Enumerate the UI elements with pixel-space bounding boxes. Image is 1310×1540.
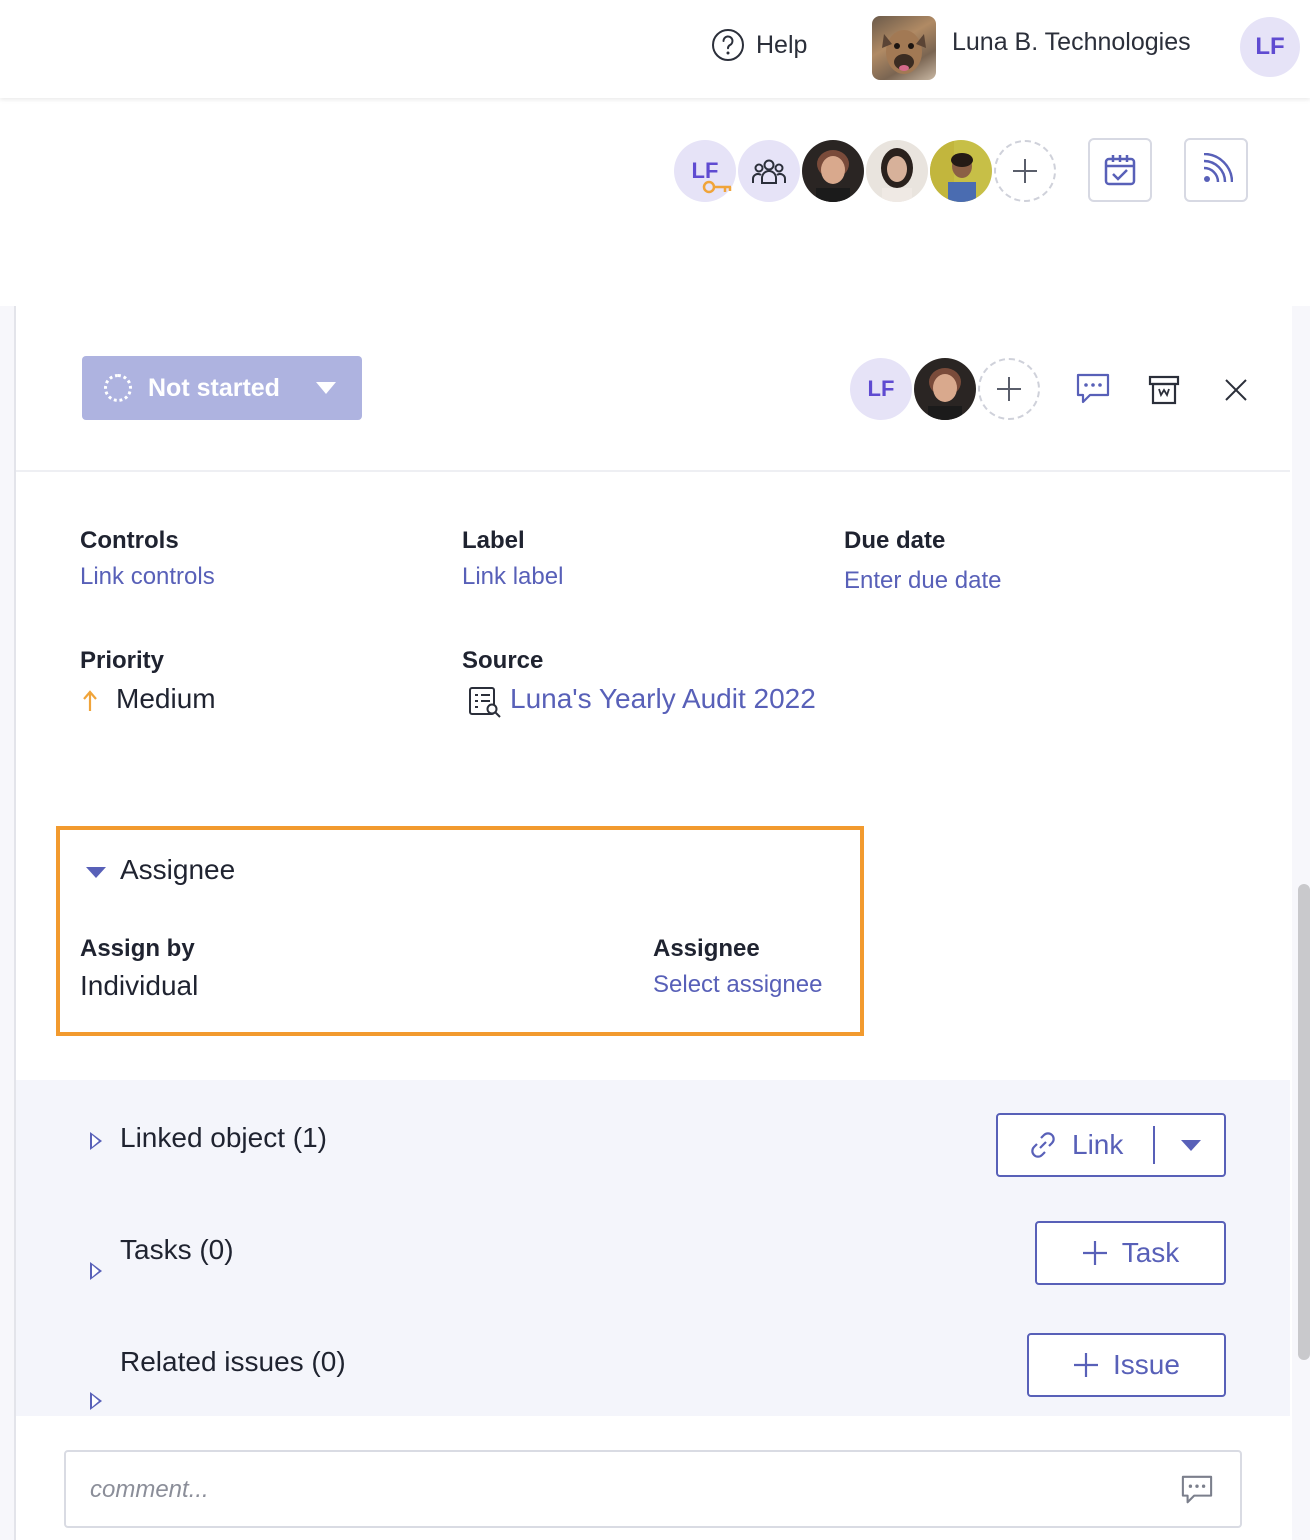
add-issue-label: Issue xyxy=(1113,1349,1180,1380)
add-task-button[interactable]: Task xyxy=(1035,1221,1226,1285)
link-label-link[interactable]: Link label xyxy=(462,563,563,591)
priority-value[interactable]: Medium xyxy=(116,683,216,715)
priority-label: Priority xyxy=(80,647,165,674)
feed-button[interactable] xyxy=(1184,138,1248,202)
related-issues-title[interactable]: Related issues (0) xyxy=(120,1346,346,1378)
tasks-title[interactable]: Tasks (0) xyxy=(120,1234,234,1266)
collaborator-strip: LF xyxy=(0,98,1310,306)
comment-input[interactable] xyxy=(90,1470,1140,1510)
plus-icon xyxy=(1013,159,1037,183)
close-icon[interactable] xyxy=(1224,378,1248,402)
assignee-section-title[interactable]: Assignee xyxy=(120,854,235,886)
header-divider xyxy=(16,470,1290,472)
comment-icon[interactable] xyxy=(1075,372,1111,406)
add-issue-member-button[interactable] xyxy=(978,358,1040,420)
help-icon xyxy=(712,29,744,61)
status-label: Not started xyxy=(148,373,280,402)
user-avatar[interactable]: LF xyxy=(1240,17,1300,77)
member-avatar-2[interactable] xyxy=(866,140,928,202)
archive-icon[interactable] xyxy=(1148,374,1180,406)
chevron-down-icon xyxy=(315,382,336,394)
audit-report-icon xyxy=(469,687,501,718)
link-button[interactable]: Link xyxy=(996,1113,1226,1177)
link-button-label: Link xyxy=(1072,1129,1124,1160)
rss-icon xyxy=(1203,153,1233,183)
add-task-label: Task xyxy=(1121,1237,1180,1268)
status-dropdown[interactable]: Not started xyxy=(82,356,362,420)
plus-icon xyxy=(1074,1353,1099,1377)
person-photo-icon xyxy=(928,368,962,420)
linked-object-title[interactable]: Linked object (1) xyxy=(120,1122,327,1154)
caret-down-icon[interactable] xyxy=(86,867,106,878)
issue-member-avatar[interactable] xyxy=(914,358,976,420)
plus-icon xyxy=(997,377,1021,401)
assign-by-value[interactable]: Individual xyxy=(80,970,198,1002)
assignee-label: Assignee xyxy=(653,935,760,962)
assign-by-label: Assign by xyxy=(80,935,195,962)
top-header: Help Luna B. Technologies LF xyxy=(0,0,1310,98)
scrollbar-thumb[interactable] xyxy=(1298,884,1310,1360)
add-collaborator-button[interactable] xyxy=(994,140,1056,202)
key-icon xyxy=(702,180,732,194)
status-ring-icon xyxy=(104,374,132,402)
source-link[interactable]: Luna's Yearly Audit 2022 xyxy=(510,683,816,715)
member-avatar-3[interactable] xyxy=(930,140,992,202)
person-photo-icon xyxy=(816,150,850,202)
member-avatar-1[interactable] xyxy=(802,140,864,202)
link-controls-link[interactable]: Link controls xyxy=(80,563,215,591)
plus-icon xyxy=(1082,1241,1107,1265)
due-date-label: Due date xyxy=(844,527,946,554)
calendar-check-icon xyxy=(1104,155,1136,186)
issue-assignee-avatar[interactable]: LF xyxy=(850,358,912,420)
due-date-input[interactable]: Enter due date xyxy=(844,567,1001,595)
dog-photo-icon xyxy=(882,30,926,74)
button-separator xyxy=(1153,1126,1156,1164)
calendar-button[interactable] xyxy=(1088,138,1152,202)
caret-right-icon[interactable] xyxy=(90,1132,102,1150)
arrow-up-icon xyxy=(83,690,97,711)
label-label: Label xyxy=(462,527,525,554)
link-dropdown-icon[interactable] xyxy=(1181,1139,1202,1151)
owner-avatar[interactable]: LF xyxy=(674,140,736,202)
select-assignee-link[interactable]: Select assignee xyxy=(653,971,822,999)
person-photo-icon xyxy=(930,140,976,202)
person-photo-icon xyxy=(881,148,913,202)
help-link[interactable]: Help xyxy=(710,27,807,63)
comment-box xyxy=(64,1450,1242,1528)
controls-label: Controls xyxy=(80,527,179,554)
caret-right-icon[interactable] xyxy=(90,1262,102,1280)
caret-right-icon[interactable] xyxy=(90,1392,102,1410)
source-label: Source xyxy=(462,647,544,674)
team-icon xyxy=(752,159,786,184)
help-label: Help xyxy=(756,30,808,59)
comment-send-icon[interactable] xyxy=(1180,1474,1214,1506)
add-issue-button[interactable]: Issue xyxy=(1027,1333,1226,1397)
group-avatar[interactable] xyxy=(738,140,800,202)
org-name[interactable]: Luna B. Technologies xyxy=(952,28,1191,57)
org-photo[interactable] xyxy=(872,16,936,80)
link-icon xyxy=(1031,1132,1055,1158)
